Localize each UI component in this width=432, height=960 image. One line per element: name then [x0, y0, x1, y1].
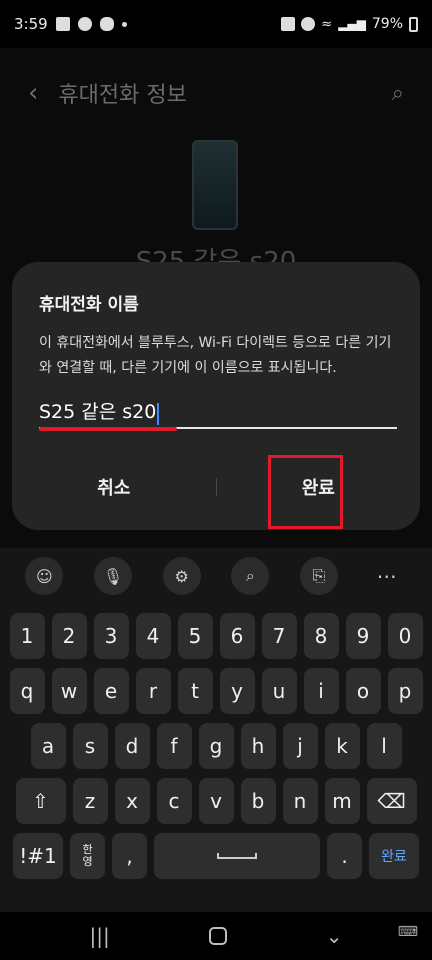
key-7[interactable]: 7 [261, 613, 297, 659]
backspace-icon: ⌫ [377, 789, 406, 813]
key-n[interactable]: n [282, 778, 318, 824]
key-g[interactable]: g [198, 723, 234, 769]
text-cursor [157, 402, 160, 425]
key-x[interactable]: x [114, 778, 150, 824]
gallery-icon [55, 17, 70, 31]
key-k[interactable]: k [324, 723, 360, 769]
dialog-description: 이 휴대전화에서 블루투스, Wi-Fi 다이렉트 등으로 다른 기기와 연결할… [39, 335, 392, 376]
lang-english-label: 영 [82, 855, 93, 868]
shift-icon: ⇧ [32, 789, 49, 813]
notification-dot-icon [121, 21, 127, 27]
wifi-icon: ≈ [321, 16, 333, 32]
status-time: 3:59 [14, 15, 48, 33]
pinwheel-icon [77, 17, 92, 31]
backspace-key[interactable]: ⌫ [366, 778, 417, 824]
space-icon [217, 853, 257, 859]
key-4[interactable]: 4 [135, 613, 171, 659]
key-y[interactable]: y [219, 668, 255, 714]
symbols-key[interactable]: !#1 [13, 833, 63, 879]
key-i[interactable]: i [303, 668, 339, 714]
settings-icon[interactable]: ⚙ [162, 557, 201, 595]
key-p[interactable]: p [387, 668, 423, 714]
key-l[interactable]: l [366, 723, 402, 769]
key-j[interactable]: j [282, 723, 318, 769]
key-z[interactable]: z [72, 778, 108, 824]
key-9[interactable]: 9 [345, 613, 381, 659]
key-2[interactable]: 2 [51, 613, 87, 659]
phone-image [192, 140, 238, 230]
bottom-letter-row: ⇧ z x c v b n m ⌫ [0, 778, 432, 824]
signal-icon: ▂▄▆ [338, 17, 366, 31]
key-6[interactable]: 6 [219, 613, 255, 659]
period-key[interactable]: . [327, 833, 362, 879]
keyboard-done-key[interactable]: 완료 [369, 833, 419, 879]
status-bar: 3:59 ≈ ▂▄▆ 79% [0, 0, 432, 48]
search-icon[interactable]: ⌕ [392, 81, 404, 106]
back-icon[interactable]: ‹ [28, 78, 38, 108]
more-icon[interactable]: ⋯ [369, 557, 407, 595]
navigation-bar: ||| ⌄ ⌨ [0, 912, 432, 960]
key-v[interactable]: v [198, 778, 234, 824]
key-d[interactable]: d [114, 723, 150, 769]
key-1[interactable]: 1 [9, 613, 45, 659]
recent-apps-icon[interactable]: ||| [90, 924, 110, 948]
keyboard-switch-icon[interactable]: ⌨ [398, 924, 418, 940]
alarm-icon [301, 17, 316, 31]
key-f[interactable]: f [156, 723, 192, 769]
microphone-icon[interactable]: 🎙 [93, 557, 132, 595]
cancel-button[interactable]: 취소 [12, 474, 216, 500]
keyboard: ☺ 🎙 ⚙ ⌕ ⎘ ⋯ 1 2 3 4 5 6 7 8 9 0 q w e r … [0, 548, 432, 912]
key-5[interactable]: 5 [177, 613, 213, 659]
key-o[interactable]: o [345, 668, 381, 714]
key-8[interactable]: 8 [303, 613, 339, 659]
dialog-title: 휴대전화 이름 [39, 295, 139, 315]
space-key[interactable] [154, 833, 320, 879]
key-w[interactable]: w [51, 668, 87, 714]
emoji-icon[interactable]: ☺ [25, 557, 64, 595]
key-a[interactable]: a [30, 723, 66, 769]
function-row: !#1 한 영 , . 완료 [0, 833, 432, 879]
key-t[interactable]: t [177, 668, 213, 714]
key-q[interactable]: q [9, 668, 45, 714]
page-header: ‹ 휴대전화 정보 ⌕ [0, 48, 432, 138]
battery-percent: 79% [371, 16, 403, 32]
chat-icon [99, 17, 114, 31]
key-r[interactable]: r [135, 668, 171, 714]
key-s[interactable]: s [72, 723, 108, 769]
key-c[interactable]: c [156, 778, 192, 824]
phone-name-input[interactable]: S25 같은 s20 [39, 397, 397, 431]
dialog-button-bar: 취소 완료 [12, 462, 420, 512]
search-icon[interactable]: ⌕ [231, 557, 270, 595]
key-h[interactable]: h [240, 723, 276, 769]
number-row: 1 2 3 4 5 6 7 8 9 0 [0, 613, 432, 659]
key-u[interactable]: u [261, 668, 297, 714]
red-annotation-box [268, 455, 343, 529]
key-3[interactable]: 3 [93, 613, 129, 659]
rename-dialog: 휴대전화 이름 이 휴대전화에서 블루투스, Wi-Fi 다이렉트 등으로 다른… [12, 262, 420, 530]
comma-key[interactable]: , [112, 833, 147, 879]
language-toggle-key[interactable]: 한 영 [70, 833, 105, 879]
home-icon[interactable] [208, 927, 227, 945]
red-annotation-underline [39, 427, 177, 431]
key-0[interactable]: 0 [387, 613, 423, 659]
key-b[interactable]: b [240, 778, 276, 824]
key-m[interactable]: m [324, 778, 360, 824]
battery-saver-icon [281, 17, 296, 31]
page-title: 휴대전화 정보 [58, 83, 187, 108]
top-letter-row: q w e r t y u i o p [0, 668, 432, 714]
shift-key[interactable]: ⇧ [15, 778, 66, 824]
battery-icon [409, 16, 418, 32]
translate-icon[interactable]: ⎘ [299, 557, 338, 595]
key-e[interactable]: e [93, 668, 129, 714]
keyboard-toolbar: ☺ 🎙 ⚙ ⌕ ⎘ ⋯ [0, 548, 432, 604]
phone-name-value: S25 같은 s20 [39, 401, 157, 423]
back-nav-icon[interactable]: ⌄ [326, 924, 343, 948]
middle-letter-row: a s d f g h j k l [0, 723, 432, 769]
